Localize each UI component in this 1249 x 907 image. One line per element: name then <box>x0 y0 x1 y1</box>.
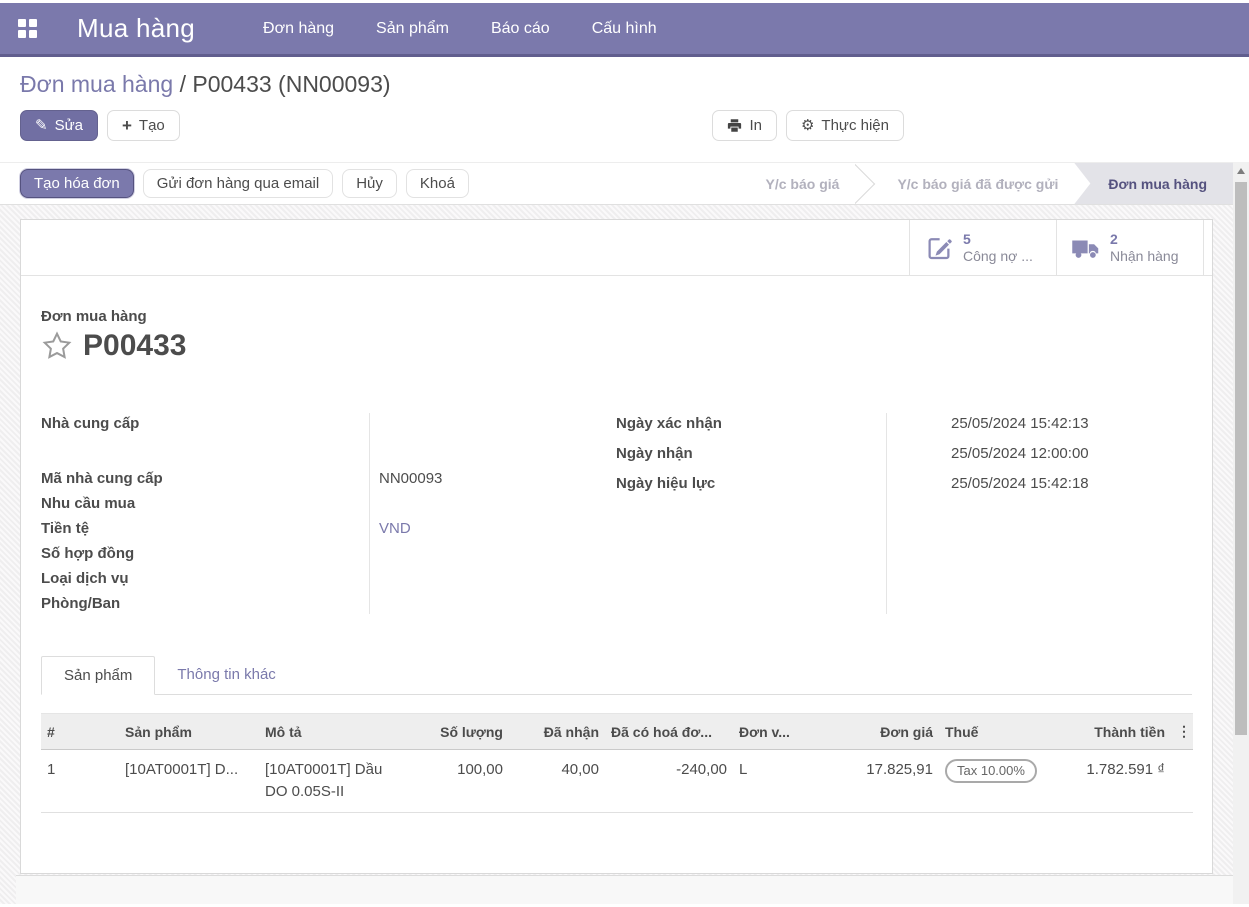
top-navbar: Mua hàng Đơn hàng Sản phẩm Báo cáo Cấu h… <box>0 3 1249 57</box>
gear-icon: ⚙ <box>801 118 814 133</box>
nav-item-settings[interactable]: Cấu hình <box>592 20 657 38</box>
column-options-icon[interactable]: ⋮ <box>1171 714 1193 750</box>
tab-products[interactable]: Sản phẩm <box>41 656 155 695</box>
apps-grid-icon[interactable] <box>18 19 37 38</box>
breadcrumb-current: / P00433 (NN00093) <box>173 71 390 97</box>
cell-received: 40,00 <box>509 750 605 813</box>
cell-subtotal: 1.782.591 ₫ <box>1047 750 1171 813</box>
field-effective-date: Ngày hiệu lực 25/05/2024 15:42:18 <box>616 471 1192 496</box>
cell-tax: Tax 10.00% <box>939 750 1047 813</box>
col-subtotal[interactable]: Thành tiền <box>1047 714 1171 750</box>
field-confirm-date: Ngày xác nhận 25/05/2024 15:42:13 <box>616 411 1192 436</box>
plus-icon: + <box>122 117 132 134</box>
pencil-icon: ✎ <box>35 118 48 133</box>
page-title: P00433 <box>83 329 186 363</box>
col-description[interactable]: Mô tả <box>259 714 397 750</box>
control-panel-buttons: ✎ Sửa + Tạo In ⚙ Thực hiện <box>20 110 1229 141</box>
fields-section: Nhà cung cấp Mã nhà cung cấp NN00093 Nhu… <box>41 411 1192 616</box>
truck-icon <box>1071 233 1101 263</box>
control-panel-right-buttons: In ⚙ Thực hiện <box>712 110 904 141</box>
create-button[interactable]: + Tạo <box>107 110 180 141</box>
nav-item-reports[interactable]: Báo cáo <box>491 20 550 38</box>
col-quantity[interactable]: Số lượng <box>397 714 509 750</box>
order-line-row[interactable]: 1 [10AT0001T] D... [10AT0001T] Dầu DO 0.… <box>41 750 1193 813</box>
right-field-group: Ngày xác nhận 25/05/2024 15:42:13 Ngày n… <box>616 411 1192 616</box>
favorite-star-icon[interactable] <box>41 330 73 362</box>
document-type-label: Đơn mua hàng <box>41 308 1192 325</box>
breadcrumb: Đơn mua hàng / P00433 (NN00093) <box>20 71 1229 98</box>
breadcrumb-parent-link[interactable]: Đơn mua hàng <box>20 71 173 97</box>
left-field-group: Nhà cung cấp Mã nhà cung cấp NN00093 Nhu… <box>41 411 586 616</box>
col-uom[interactable]: Đơn v... <box>733 714 799 750</box>
table-header-row: # Sản phẩm Mô tả Số lượng Đã nhận Đã có … <box>41 714 1193 750</box>
field-vendor-code: Mã nhà cung cấp NN00093 <box>41 466 586 491</box>
receipts-count: 2 <box>1110 231 1179 248</box>
nav-item-orders[interactable]: Đơn hàng <box>263 20 334 38</box>
cell-description: [10AT0001T] Dầu DO 0.05S-II <box>259 750 397 813</box>
edit-button[interactable]: ✎ Sửa <box>20 110 98 141</box>
field-vendor: Nhà cung cấp <box>41 411 586 436</box>
col-invoiced[interactable]: Đã có hoá đơ... <box>605 714 733 750</box>
cell-invoiced: -240,00 <box>605 750 733 813</box>
status-pipeline: Y/c báo giá Y/c báo giá đã được gửi Đơn … <box>750 163 1233 204</box>
currency-link[interactable]: VND <box>369 516 411 541</box>
order-lines-table: # Sản phẩm Mô tả Số lượng Đã nhận Đã có … <box>41 713 1193 813</box>
vertical-scrollbar[interactable] <box>1233 162 1249 904</box>
col-received[interactable]: Đã nhận <box>509 714 605 750</box>
stage-rfq[interactable]: Y/c báo giá <box>750 163 856 204</box>
nav-item-products[interactable]: Sản phẩm <box>376 20 449 38</box>
cell-handle <box>79 750 119 813</box>
edit-note-icon <box>924 233 954 263</box>
create-invoice-button[interactable]: Tạo hóa đơn <box>20 169 134 198</box>
lock-button[interactable]: Khoá <box>406 169 469 198</box>
field-currency: Tiền tệ VND <box>41 516 586 541</box>
scroll-up-arrow-icon[interactable] <box>1233 162 1249 179</box>
sheet-body: Đơn mua hàng P00433 Nhà cung cấp Mã nhà … <box>21 308 1212 813</box>
cell-product: [10AT0001T] D... <box>119 750 259 813</box>
main-area: Đơn mua hàng / P00433 (NN00093) ✎ Sửa + … <box>0 57 1249 904</box>
col-handle <box>79 714 119 750</box>
col-tax[interactable]: Thuế <box>939 714 1047 750</box>
print-button[interactable]: In <box>712 110 777 141</box>
col-index[interactable]: # <box>41 714 79 750</box>
send-by-email-button[interactable]: Gửi đơn hàng qua email <box>143 169 333 198</box>
receipts-smart-button[interactable]: 2 Nhận hàng <box>1056 220 1203 275</box>
stage-purchase-order-active[interactable]: Đơn mua hàng <box>1074 163 1233 204</box>
tab-other-info[interactable]: Thông tin khác <box>155 656 297 694</box>
printer-icon <box>727 118 742 133</box>
field-receipt-date: Ngày nhận 25/05/2024 12:00:00 <box>616 441 1192 466</box>
status-bar: Tạo hóa đơn Gửi đơn hàng qua email Hủy K… <box>0 162 1233 205</box>
cell-quantity: 100,00 <box>397 750 509 813</box>
field-service-type: Loại dịch vụ <box>41 566 586 591</box>
stage-separator-icon <box>855 163 881 204</box>
debit-notes-smart-button[interactable]: 5 Công nợ ... <box>909 220 1056 275</box>
cell-index: 1 <box>41 750 79 813</box>
app-title[interactable]: Mua hàng <box>77 13 195 44</box>
action-button[interactable]: ⚙ Thực hiện <box>786 110 904 141</box>
smart-buttons-row: 5 Công nợ ... 2 Nhận hàng <box>21 220 1212 276</box>
nav-menu: Đơn hàng Sản phẩm Báo cáo Cấu hình <box>263 20 657 38</box>
cancel-button[interactable]: Hủy <box>342 169 397 198</box>
field-purchase-need: Nhu cầu mua <box>41 491 586 516</box>
stage-rfq-sent[interactable]: Y/c báo giá đã được gửi <box>881 163 1074 204</box>
scrollbar-thumb[interactable] <box>1235 182 1247 735</box>
tax-badge: Tax 10.00% <box>945 759 1037 783</box>
receipts-label: Nhận hàng <box>1110 248 1179 265</box>
field-contract-number: Số hợp đồng <box>41 541 586 566</box>
cell-unit-price: 17.825,91 <box>799 750 939 813</box>
col-product[interactable]: Sản phẩm <box>119 714 259 750</box>
control-panel: Đơn mua hàng / P00433 (NN00093) ✎ Sửa + … <box>0 57 1249 162</box>
notebook-tabs: Sản phẩm Thông tin khác <box>41 656 1192 695</box>
form-sheet: 5 Công nợ ... 2 Nhận hàng Đơn mua hà <box>20 219 1213 874</box>
bottom-panel <box>16 875 1233 904</box>
field-department: Phòng/Ban <box>41 591 586 616</box>
debit-notes-label: Công nợ ... <box>963 248 1033 265</box>
col-unit-price[interactable]: Đơn giá <box>799 714 939 750</box>
cell-uom: L <box>733 750 799 813</box>
debit-notes-count: 5 <box>963 231 1033 248</box>
